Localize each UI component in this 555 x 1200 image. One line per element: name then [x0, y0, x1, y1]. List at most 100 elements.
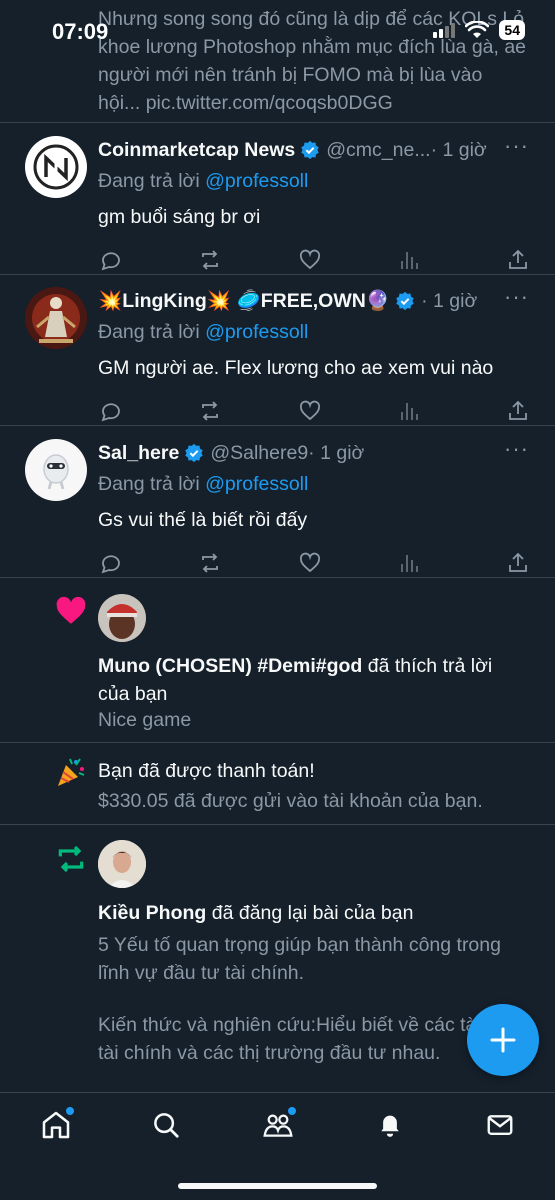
avatar[interactable]: [25, 287, 87, 349]
payment-title: Bạn đã được thanh toán!: [98, 760, 315, 782]
like-button[interactable]: [298, 399, 322, 423]
comment-icon: [101, 252, 120, 271]
reply-button[interactable]: [98, 248, 122, 272]
liked-reply-text: Nice game: [98, 709, 192, 731]
user-photo-icon: [98, 594, 146, 642]
compose-button[interactable]: [467, 1004, 539, 1076]
replying-prefix: Đang trả lời: [98, 473, 200, 495]
repost-action: đã đăng lại bài của bạn: [211, 902, 414, 924]
repost-icon: [202, 401, 218, 421]
reply-header: Sal_here @Salhere9 · 1 giờ: [98, 439, 538, 467]
avatar[interactable]: [25, 136, 87, 198]
nav-notifications[interactable]: [372, 1107, 408, 1143]
payment-notification[interactable]: Bạn đã được thanh toán! $330.05 đã được …: [0, 743, 555, 823]
reply-time: · 1 giờ: [308, 441, 365, 464]
like-button[interactable]: [298, 248, 322, 272]
heart-icon: [56, 596, 86, 624]
like-notification[interactable]: Muno (CHOSEN) #Demi#god đã thích trả lời…: [0, 578, 555, 741]
signal-icon: [433, 23, 456, 38]
repost-icon: [58, 845, 84, 873]
reposter-name[interactable]: Kiều Phong: [98, 902, 206, 924]
author-handle[interactable]: @Salhere9: [210, 442, 308, 465]
comment-icon: [101, 403, 120, 422]
views-button[interactable]: [398, 399, 422, 423]
nav-communities[interactable]: [260, 1107, 296, 1143]
reply-tweet[interactable]: 💥LingKing💥 🥏FREE,OWN🔮 · 1 giờ ··· Đang t…: [0, 286, 555, 425]
verified-badge-icon: [396, 291, 414, 311]
liker-name[interactable]: Muno (CHOSEN) #Demi#god: [98, 655, 362, 677]
heart-outline-icon: [299, 400, 321, 421]
reply-header: 💥LingKing💥 🥏FREE,OWN🔮 · 1 giờ: [98, 287, 538, 315]
nav-search[interactable]: [148, 1107, 184, 1143]
party-popper-icon: [58, 758, 85, 786]
share-button[interactable]: [506, 399, 530, 423]
status-icons: 54: [433, 20, 525, 40]
nav-messages[interactable]: [482, 1107, 518, 1143]
nav-home[interactable]: [38, 1107, 74, 1143]
views-icon: [401, 252, 418, 269]
home-indicator: [178, 1183, 377, 1189]
mention-link[interactable]: @professoll: [205, 170, 308, 192]
divider: [0, 425, 555, 426]
tweet-actions: [98, 551, 530, 575]
search-icon: [154, 1113, 179, 1138]
like-notification-text: Muno (CHOSEN) #Demi#god đã thích trả lời…: [98, 652, 528, 708]
share-icon: [509, 249, 527, 269]
reply-text: GM người ae. Flex lương cho ae xem vui n…: [98, 357, 494, 379]
status-bar: 07:09 54: [0, 0, 555, 62]
reply-tweet[interactable]: Coinmarketcap News @cmc_ne... · 1 giờ ··…: [0, 135, 555, 274]
views-icon: [401, 403, 418, 420]
author-name[interactable]: Sal_here: [98, 442, 179, 465]
reply-time: · 1 giờ: [430, 138, 487, 161]
wifi-icon: [465, 21, 490, 38]
plus-icon: [490, 1027, 516, 1053]
coinmarketcap-logo-icon: [33, 144, 79, 190]
tweet-actions: [98, 399, 530, 423]
divider: [0, 122, 555, 123]
mention-link[interactable]: @professoll: [205, 321, 308, 343]
more-options-button[interactable]: ···: [504, 286, 529, 308]
replying-prefix: Đang trả lời: [98, 170, 200, 192]
reply-time: · 1 giờ: [421, 289, 478, 312]
replying-prefix: Đang trả lời: [98, 321, 200, 343]
notification-dot: [66, 1107, 74, 1115]
repost-button[interactable]: [198, 399, 222, 423]
golden-figure-icon: [25, 287, 87, 349]
tweet-actions: [98, 248, 530, 272]
repost-icon: [202, 250, 218, 270]
bell-icon: [381, 1115, 399, 1137]
repost-button[interactable]: [198, 551, 222, 575]
author-name[interactable]: 💥LingKing💥 🥏FREE,OWN🔮: [98, 289, 390, 313]
reply-text: Gs vui thế là biết rồi đấy: [98, 509, 308, 531]
replying-to: Đang trả lời @professoll: [98, 170, 308, 193]
author-handle[interactable]: @cmc_ne...: [326, 139, 430, 162]
share-button[interactable]: [506, 551, 530, 575]
repost-button[interactable]: [198, 248, 222, 272]
repost-notification[interactable]: Kiều Phong đã đăng lại bài của bạn 5 Yếu…: [0, 825, 555, 1105]
avatar[interactable]: [25, 439, 87, 501]
repost-icon: [202, 553, 218, 573]
more-options-button[interactable]: ···: [504, 438, 529, 460]
reply-button[interactable]: [98, 551, 122, 575]
reposted-text-line1: 5 Yếu tố quan trọng giúp bạn thành công …: [98, 934, 501, 984]
mention-link[interactable]: @professoll: [205, 473, 308, 495]
views-icon: [401, 555, 418, 572]
views-button[interactable]: [398, 248, 422, 272]
heart-outline-icon: [299, 552, 321, 573]
share-icon: [509, 400, 527, 420]
divider: [0, 274, 555, 275]
reply-tweet[interactable]: Sal_here @Salhere9 · 1 giờ ··· Đang trả …: [0, 438, 555, 577]
share-button[interactable]: [506, 248, 530, 272]
replying-to: Đang trả lời @professoll: [98, 321, 308, 344]
user-photo-icon: [98, 840, 146, 888]
avatar[interactable]: [98, 840, 146, 888]
author-name[interactable]: Coinmarketcap News: [98, 139, 295, 162]
repost-notification-text: Kiều Phong đã đăng lại bài của bạn: [98, 899, 528, 927]
reposted-text-line2: Kiến thức và nghiên cứu:Hiểu biết về các…: [98, 1014, 518, 1064]
reply-header: Coinmarketcap News @cmc_ne... · 1 giờ: [98, 136, 538, 164]
like-button[interactable]: [298, 551, 322, 575]
views-button[interactable]: [398, 551, 422, 575]
reply-button[interactable]: [98, 399, 122, 423]
more-options-button[interactable]: ···: [504, 135, 529, 157]
avatar[interactable]: [98, 594, 146, 642]
